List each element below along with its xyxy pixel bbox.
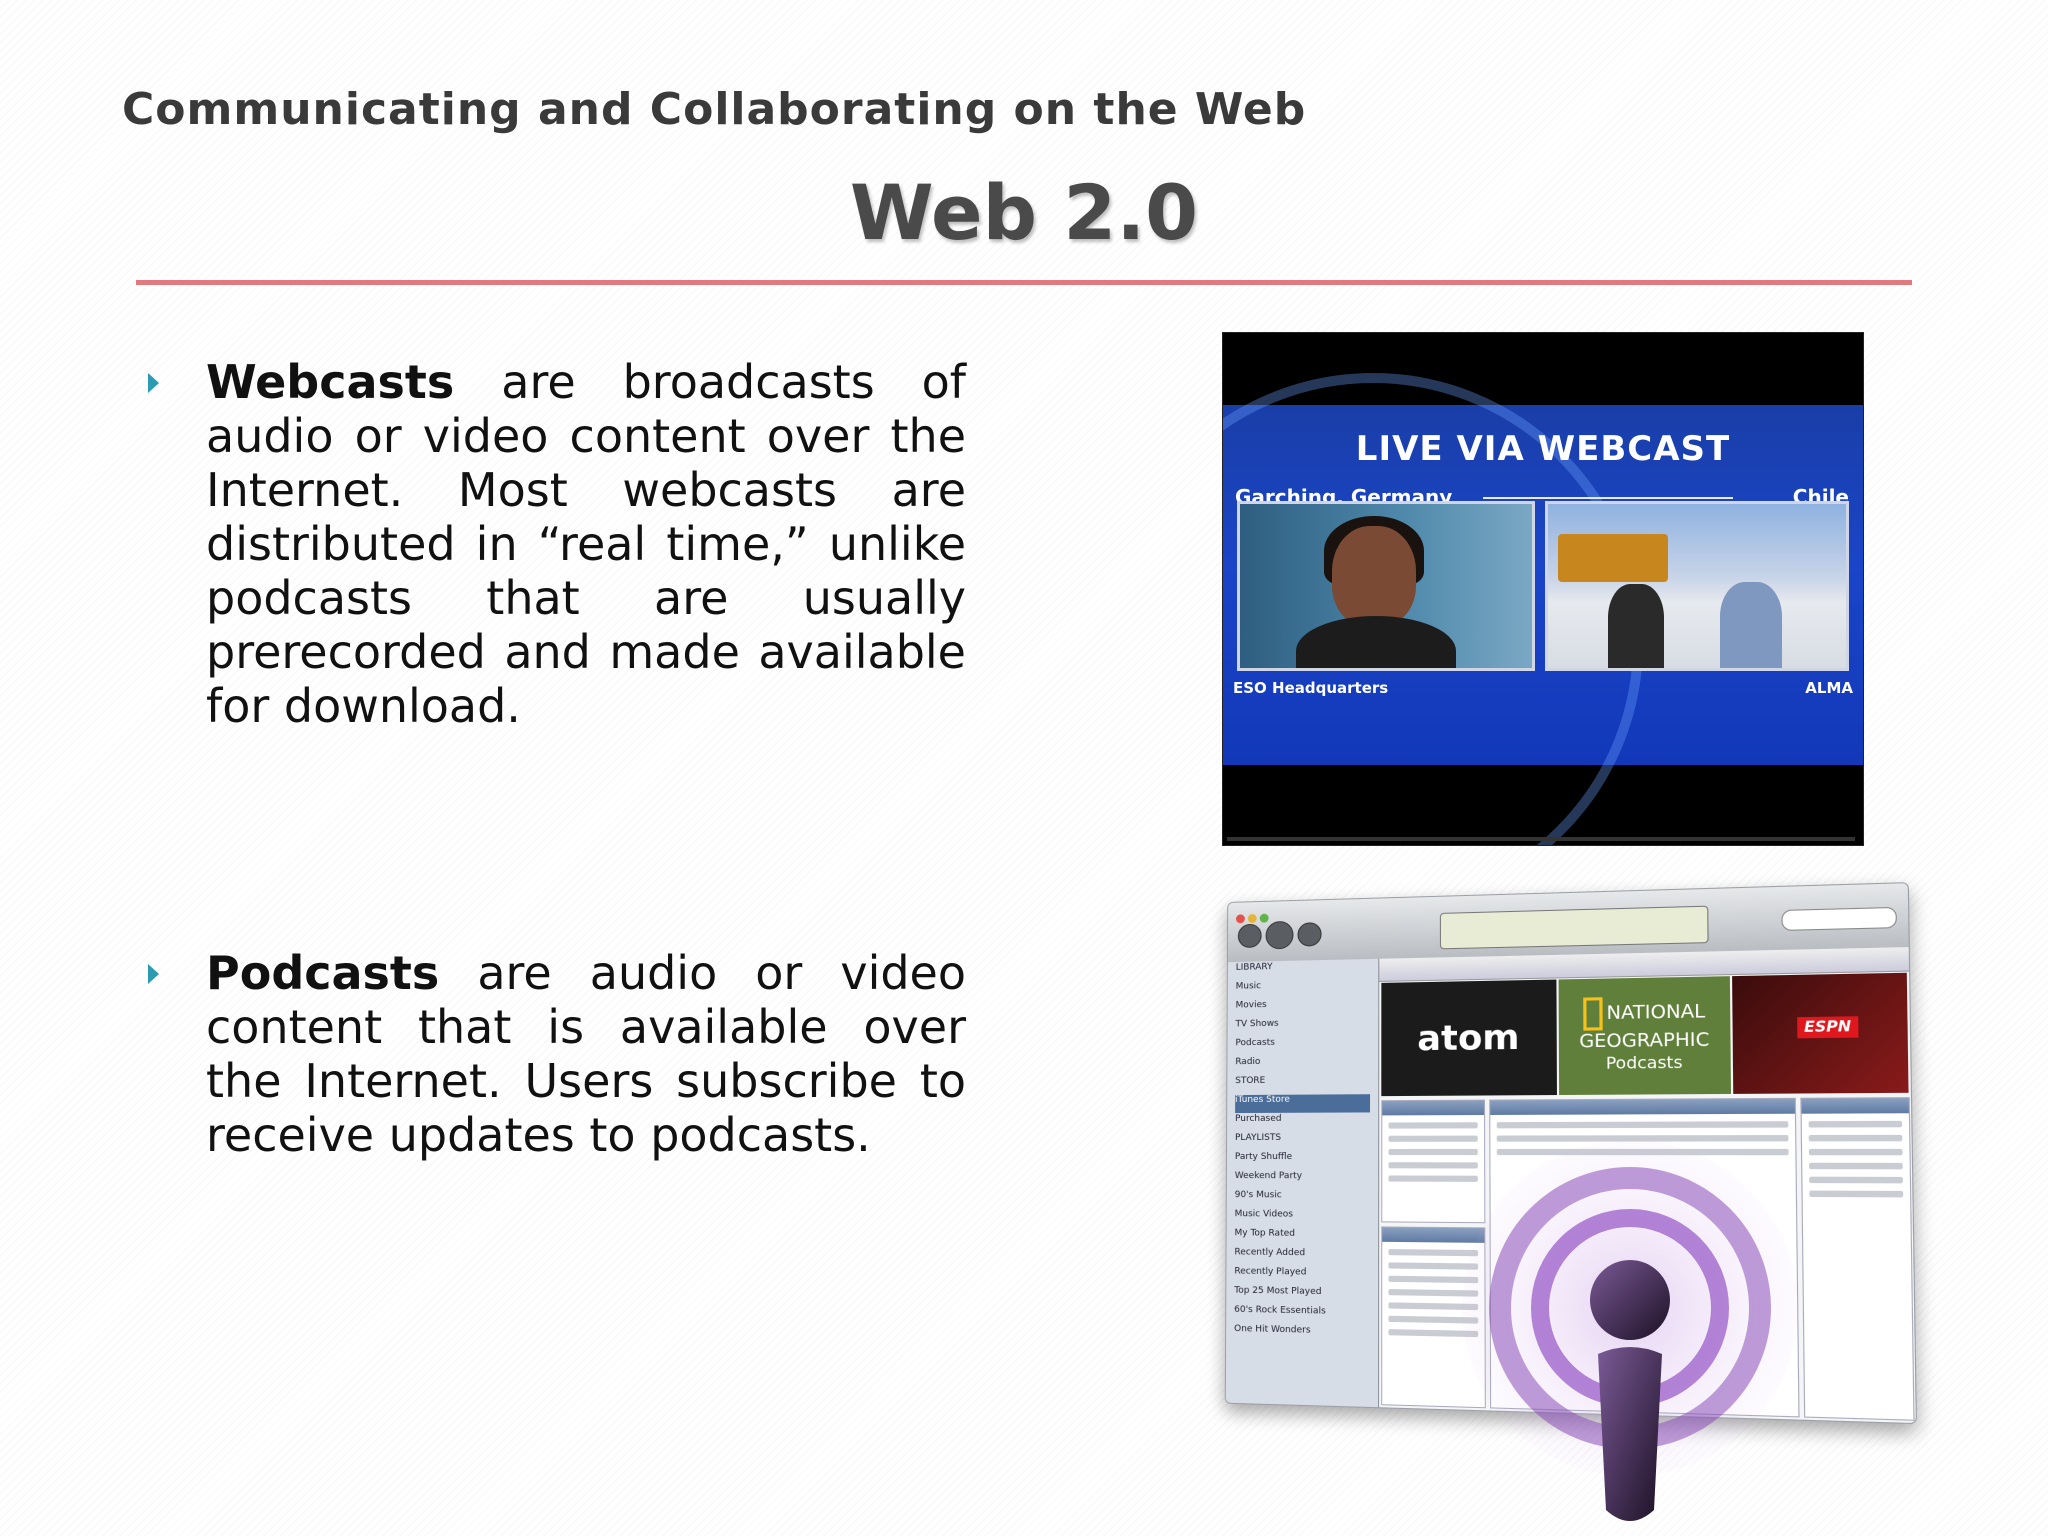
sidebar-item: My Top Rated	[1234, 1228, 1296, 1239]
sidebar-item: LIBRARY	[1235, 962, 1273, 973]
sidebar-item: Party Shuffle	[1234, 1152, 1293, 1163]
play-icon	[1265, 920, 1294, 950]
title-divider	[136, 280, 1912, 285]
bullet-webcasts-text: Webcasts are broadcasts of audio or vide…	[206, 355, 966, 733]
sidebar-item: 90's Music	[1234, 1190, 1282, 1201]
webcast-frame-site	[1545, 501, 1849, 671]
forward-icon	[1297, 922, 1322, 947]
itunes-sidebar: LIBRARY Music Movies TV Shows Podcasts R…	[1225, 958, 1380, 1408]
bullet-podcasts: Podcasts are audio or video content that…	[148, 946, 966, 1162]
itunes-lcd-display	[1439, 905, 1709, 950]
webcast-caption-left: ESO Headquarters	[1233, 679, 1389, 697]
ng-line3: Podcasts	[1605, 1052, 1683, 1073]
presenter-body	[1296, 616, 1456, 668]
sidebar-item: iTunes Store	[1235, 1094, 1371, 1114]
itunes-search-field	[1781, 906, 1897, 931]
deck-title: Communicating and Collaborating on the W…	[122, 84, 1307, 135]
bullet-arrow-icon	[148, 964, 159, 984]
banner-espn: ESPN	[1732, 972, 1909, 1094]
webcast-frame-presenter	[1237, 501, 1535, 671]
webcast-divider-line	[1483, 497, 1733, 499]
webcast-image: LIVE VIA WEBCAST Garching, Germany Chile…	[1222, 332, 1864, 846]
bullet-podcasts-text: Podcasts are audio or video content that…	[206, 946, 966, 1162]
sidebar-item: One Hit Wonders	[1234, 1323, 1311, 1336]
rewind-icon	[1237, 923, 1262, 949]
banner-atom: atom	[1381, 979, 1557, 1097]
sidebar-item: Recently Added	[1234, 1247, 1306, 1259]
sidebar-item: 60's Rock Essentials	[1234, 1304, 1326, 1317]
site-person-right	[1720, 582, 1782, 668]
ng-border-icon	[1582, 997, 1603, 1031]
slide-title: Web 2.0	[849, 168, 1199, 257]
bullet-arrow-icon	[148, 373, 159, 393]
bullet-webcasts: Webcasts are broadcasts of audio or vide…	[148, 355, 966, 733]
sidebar-item: Music	[1235, 981, 1262, 992]
webcast-progress-bar	[1227, 837, 1855, 841]
minimize-dot-icon	[1247, 913, 1257, 924]
sidebar-item: Music Videos	[1234, 1209, 1294, 1220]
site-vehicle	[1558, 534, 1668, 582]
webcast-headline: LIVE VIA WEBCAST	[1355, 429, 1731, 469]
sidebar-item: Recently Played	[1234, 1266, 1307, 1278]
sidebar-item: Movies	[1235, 1000, 1267, 1011]
banner-national-geographic: NATIONAL GEOGRAPHIC Podcasts	[1558, 976, 1732, 1096]
close-dot-icon	[1235, 914, 1245, 924]
espn-logo: ESPN	[1797, 1016, 1859, 1039]
podcast-icon	[1462, 1140, 1798, 1521]
bullet-term: Webcasts	[206, 355, 455, 409]
bullet-term: Podcasts	[206, 946, 440, 1000]
zoom-dot-icon	[1259, 913, 1269, 923]
sidebar-item: Radio	[1235, 1056, 1261, 1068]
site-person-left	[1608, 584, 1664, 668]
sidebar-item: Purchased	[1235, 1113, 1282, 1125]
presenter-face	[1332, 526, 1416, 626]
sidebar-item: STORE	[1235, 1075, 1266, 1087]
sidebar-item: Top 25 Most Played	[1234, 1285, 1322, 1298]
sidebar-item: TV Shows	[1235, 1018, 1279, 1030]
bullet-body: are broadcasts of audio or video content…	[206, 355, 966, 733]
webcast-caption-right: ALMA	[1805, 679, 1853, 697]
ng-line1: NATIONAL	[1606, 1000, 1706, 1025]
sidebar-item: PLAYLISTS	[1234, 1132, 1282, 1143]
sidebar-item: Weekend Party	[1234, 1171, 1303, 1182]
sidebar-item: Podcasts	[1235, 1037, 1275, 1049]
ng-line2: GEOGRAPHIC	[1579, 1028, 1710, 1053]
